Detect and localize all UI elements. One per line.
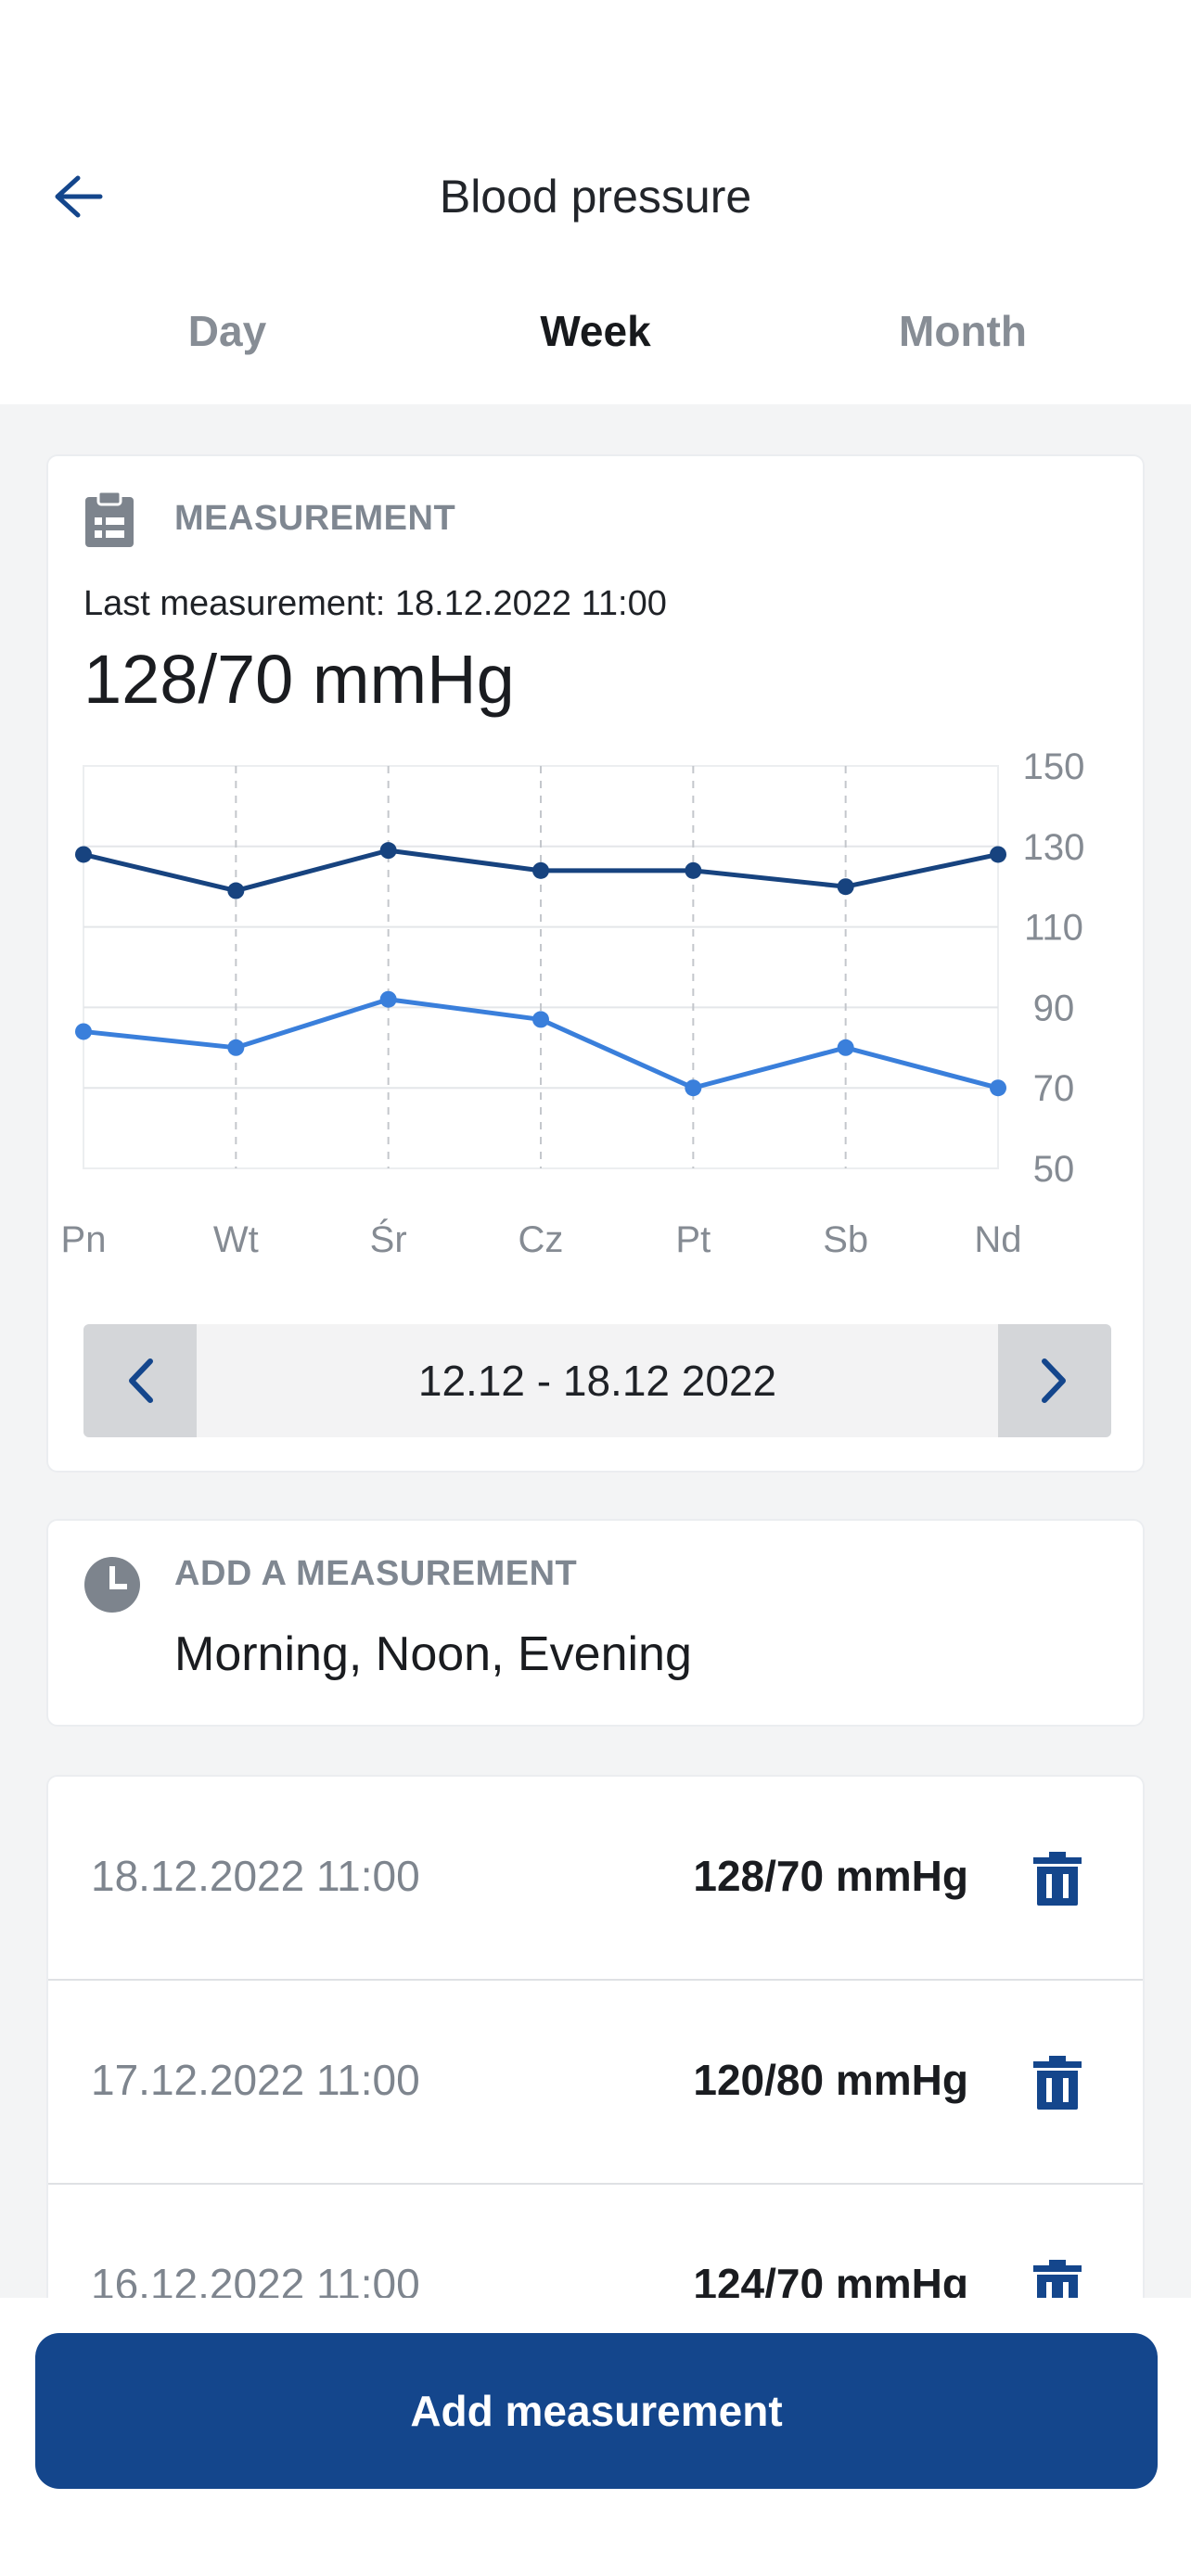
week-range-label: 12.12 - 18.12 2022 [417,1357,777,1405]
previous-week-button[interactable] [83,1324,197,1437]
blood-pressure-chart: 150 130 110 90 70 50 Pn Wt Śr Cz Pt Sb Nd [61,746,1085,1260]
x-tick-label: Pn [61,1219,107,1260]
data-point [75,1023,92,1040]
add-measurement-card[interactable]: ADD A MEASUREMENT Morning, Noon, Evening [46,1519,1145,1727]
chevron-right-icon [1042,1358,1066,1403]
data-point [837,878,854,896]
list-item: 18.12.2022 11:00 128/70 mmHg [48,1777,1143,1981]
week-navigator: 12.12 - 18.12 2022 [83,1324,1111,1437]
delete-button[interactable] [1030,1849,1085,1908]
tab-month[interactable]: Month [824,306,1102,356]
period-tabs: Day Week Month [0,306,1191,371]
trash-icon [1033,1852,1082,1906]
chevron-left-icon [129,1358,153,1403]
y-tick-label: 110 [1024,908,1083,949]
x-tick-label: Cz [519,1219,564,1260]
tab-day[interactable]: Day [88,306,366,356]
y-tick-label: 130 [1023,827,1085,868]
data-point [379,842,397,860]
data-point [532,861,549,879]
y-tick-label: 70 [1033,1068,1075,1109]
top-bar: Blood pressure Day Week Month [0,0,1191,404]
list-item: 17.12.2022 11:00 120/80 mmHg [48,1981,1143,2185]
record-value: 120/80 mmHg [693,2056,968,2104]
clock-icon [84,1557,140,1613]
x-tick-label: Śr [370,1218,407,1260]
next-week-button[interactable] [998,1324,1111,1437]
x-tick-label: Nd [974,1219,1021,1260]
x-tick-label: Wt [213,1219,259,1260]
record-value: 128/70 mmHg [693,1852,968,1900]
y-tick-label: 50 [1033,1149,1075,1190]
trash-icon [1033,2056,1082,2110]
x-tick-label: Sb [823,1219,868,1260]
add-measurement-heading: ADD A MEASUREMENT [174,1554,578,1593]
tab-week[interactable]: Week [456,306,735,356]
data-point [75,846,92,863]
delete-button[interactable] [1030,2053,1085,2112]
data-point [685,1079,702,1097]
data-point [990,846,1006,863]
data-point [379,990,397,1008]
data-point [990,1079,1006,1097]
y-tick-label: 150 [1023,746,1085,787]
x-tick-label: Pt [675,1219,711,1260]
y-tick-label: 90 [1033,988,1075,1028]
bottom-action-area: Add measurement [0,2298,1191,2576]
measurement-times: Morning, Noon, Evening [174,1627,692,1681]
page-title: Blood pressure [439,171,752,223]
add-measurement-button[interactable]: Add measurement [35,2333,1158,2489]
data-point [227,882,245,899]
data-point [532,1011,549,1028]
record-date: 18.12.2022 11:00 [91,1852,420,1900]
measurement-card: MEASUREMENT Last measurement: 18.12.2022… [46,454,1145,1473]
data-point [837,1039,854,1056]
data-point [685,861,702,879]
data-point [227,1039,245,1056]
record-date: 17.12.2022 11:00 [91,2056,420,2104]
